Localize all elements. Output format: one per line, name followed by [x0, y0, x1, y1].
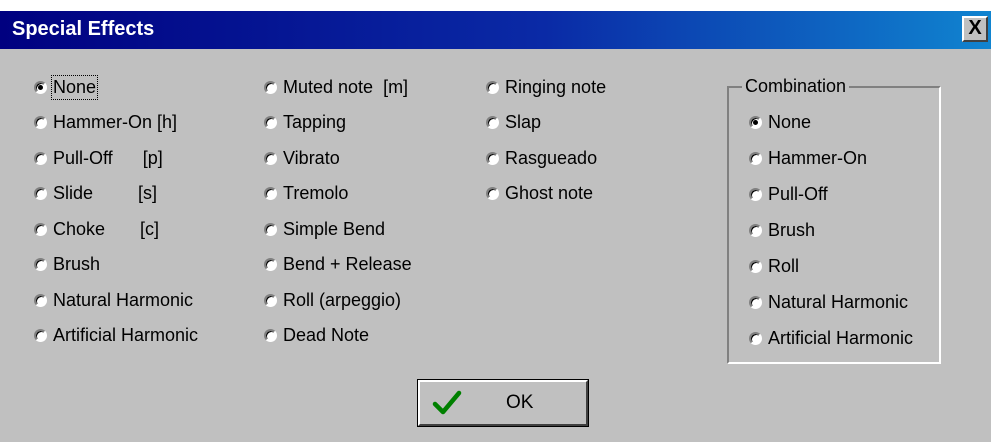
radio-label: None	[50, 74, 99, 100]
combination-option-6[interactable]: Artificial Harmonic	[749, 324, 913, 352]
radio-button-icon[interactable]	[486, 80, 499, 94]
radio-label: Roll	[768, 255, 800, 276]
effect-option-0-0[interactable]: None	[34, 73, 99, 101]
effect-option-0-6[interactable]: Natural Harmonic	[34, 286, 193, 314]
ok-button[interactable]: OK	[417, 379, 589, 427]
radio-label: Pull-Off	[768, 183, 828, 204]
radio-label: Brush	[53, 254, 101, 274]
combination-option-5[interactable]: Natural Harmonic	[749, 288, 908, 316]
radio-label: Simple Bend	[283, 218, 386, 239]
radio-label: Muted note [m]	[283, 76, 409, 97]
radio-button-icon[interactable]	[749, 295, 762, 309]
radio-button-icon[interactable]	[34, 293, 47, 307]
radio-button-icon[interactable]	[34, 151, 47, 165]
radio-label: Choke [c]	[53, 218, 160, 239]
combination-option-3[interactable]: Brush	[749, 216, 815, 244]
special-effects-dialog: Special Effects X None Hammer-On [h] Pull-…	[0, 11, 991, 442]
radio-label: Hammer-On	[768, 147, 868, 168]
combination-option-2[interactable]: Pull-Off	[749, 180, 828, 208]
effect-option-1-1[interactable]: Tapping	[264, 109, 346, 137]
effect-option-2-3[interactable]: Ghost note	[486, 180, 593, 208]
radio-button-icon[interactable]	[264, 222, 277, 236]
radio-button-icon[interactable]	[749, 331, 762, 345]
radio-button-icon[interactable]	[264, 187, 277, 200]
effect-option-0-2[interactable]: Pull-Off [p]	[34, 144, 163, 172]
radio-button-icon[interactable]	[749, 259, 762, 273]
checkmark-icon	[432, 390, 462, 415]
radio-button-icon[interactable]	[34, 80, 47, 94]
radio-button-icon[interactable]	[264, 329, 277, 342]
radio-label: Artificial Harmonic	[53, 325, 199, 345]
radio-label: Rasgueado	[505, 147, 598, 168]
effect-option-1-7[interactable]: Dead Note	[264, 322, 369, 350]
effect-option-2-1[interactable]: Slap	[486, 109, 541, 137]
radio-button-icon[interactable]	[486, 187, 499, 200]
radio-label: Slap	[505, 112, 542, 132]
radio-label: Natural Harmonic	[53, 289, 194, 310]
radio-label: Ringing note	[505, 76, 607, 97]
radio-button-icon[interactable]	[749, 223, 762, 237]
effect-option-0-5[interactable]: Brush	[34, 251, 100, 279]
radio-button-icon[interactable]	[34, 116, 47, 129]
radio-label: Dead Note	[283, 325, 370, 345]
dialog-title: Special Effects	[12, 18, 155, 40]
combination-group-title: Combination	[742, 76, 850, 97]
effect-option-0-3[interactable]: Slide [s]	[34, 180, 157, 208]
radio-label: Hammer-On [h]	[53, 112, 178, 132]
radio-label: Ghost note	[505, 183, 594, 203]
radio-label: Vibrato	[283, 147, 340, 168]
radio-label: Tapping	[283, 112, 347, 132]
effect-option-1-6[interactable]: Roll (arpeggio)	[264, 286, 401, 314]
title-bar[interactable]: Special Effects X	[0, 11, 991, 49]
radio-button-icon[interactable]	[264, 293, 277, 307]
radio-label: Artificial Harmonic	[768, 327, 914, 348]
combination-option-4[interactable]: Roll	[749, 252, 799, 280]
radio-button-icon[interactable]	[34, 258, 47, 271]
radio-label: None	[768, 111, 812, 132]
effect-option-0-7[interactable]: Artificial Harmonic	[34, 322, 198, 350]
radio-button-icon[interactable]	[264, 151, 277, 165]
radio-button-icon[interactable]	[264, 258, 277, 271]
radio-label: Slide [s]	[53, 183, 158, 203]
radio-label: Pull-Off [p]	[53, 147, 163, 168]
effect-option-1-0[interactable]: Muted note [m]	[264, 73, 408, 101]
effect-option-1-5[interactable]: Bend + Release	[264, 251, 412, 279]
radio-button-icon[interactable]	[264, 80, 277, 94]
radio-button-icon[interactable]	[34, 222, 47, 236]
radio-button-icon[interactable]	[264, 116, 277, 129]
combination-option-1[interactable]: Hammer-On	[749, 144, 867, 172]
effect-option-2-2[interactable]: Rasgueado	[486, 144, 597, 172]
radio-button-icon[interactable]	[34, 329, 47, 342]
radio-button-icon[interactable]	[34, 187, 47, 200]
effect-option-1-2[interactable]: Vibrato	[264, 144, 340, 172]
ok-button-label: OK	[506, 392, 534, 413]
radio-button-icon[interactable]	[486, 151, 499, 165]
close-button[interactable]: X	[962, 16, 988, 42]
combination-option-0[interactable]: None	[749, 108, 811, 136]
effect-option-2-0[interactable]: Ringing note	[486, 73, 606, 101]
radio-label: Roll (arpeggio)	[283, 289, 402, 310]
radio-label: Bend + Release	[283, 254, 412, 274]
radio-button-icon[interactable]	[749, 115, 762, 129]
radio-button-icon[interactable]	[486, 116, 499, 129]
radio-button-icon[interactable]	[749, 151, 762, 165]
effect-option-0-1[interactable]: Hammer-On [h]	[34, 109, 177, 137]
radio-label: Brush	[768, 219, 816, 240]
effect-option-1-3[interactable]: Tremolo	[264, 180, 348, 208]
radio-label: Natural Harmonic	[768, 291, 909, 312]
effect-option-1-4[interactable]: Simple Bend	[264, 215, 385, 243]
radio-label: Tremolo	[283, 183, 349, 203]
effect-option-0-4[interactable]: Choke [c]	[34, 215, 159, 243]
radio-button-icon[interactable]	[749, 187, 762, 201]
